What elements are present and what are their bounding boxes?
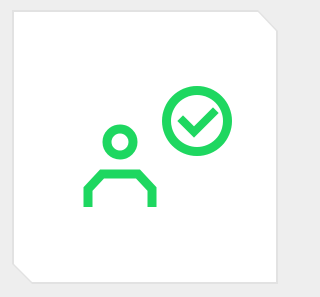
user-verified-icon	[83, 86, 232, 207]
user-body-icon	[83, 169, 157, 207]
user-head-icon	[102, 124, 138, 160]
